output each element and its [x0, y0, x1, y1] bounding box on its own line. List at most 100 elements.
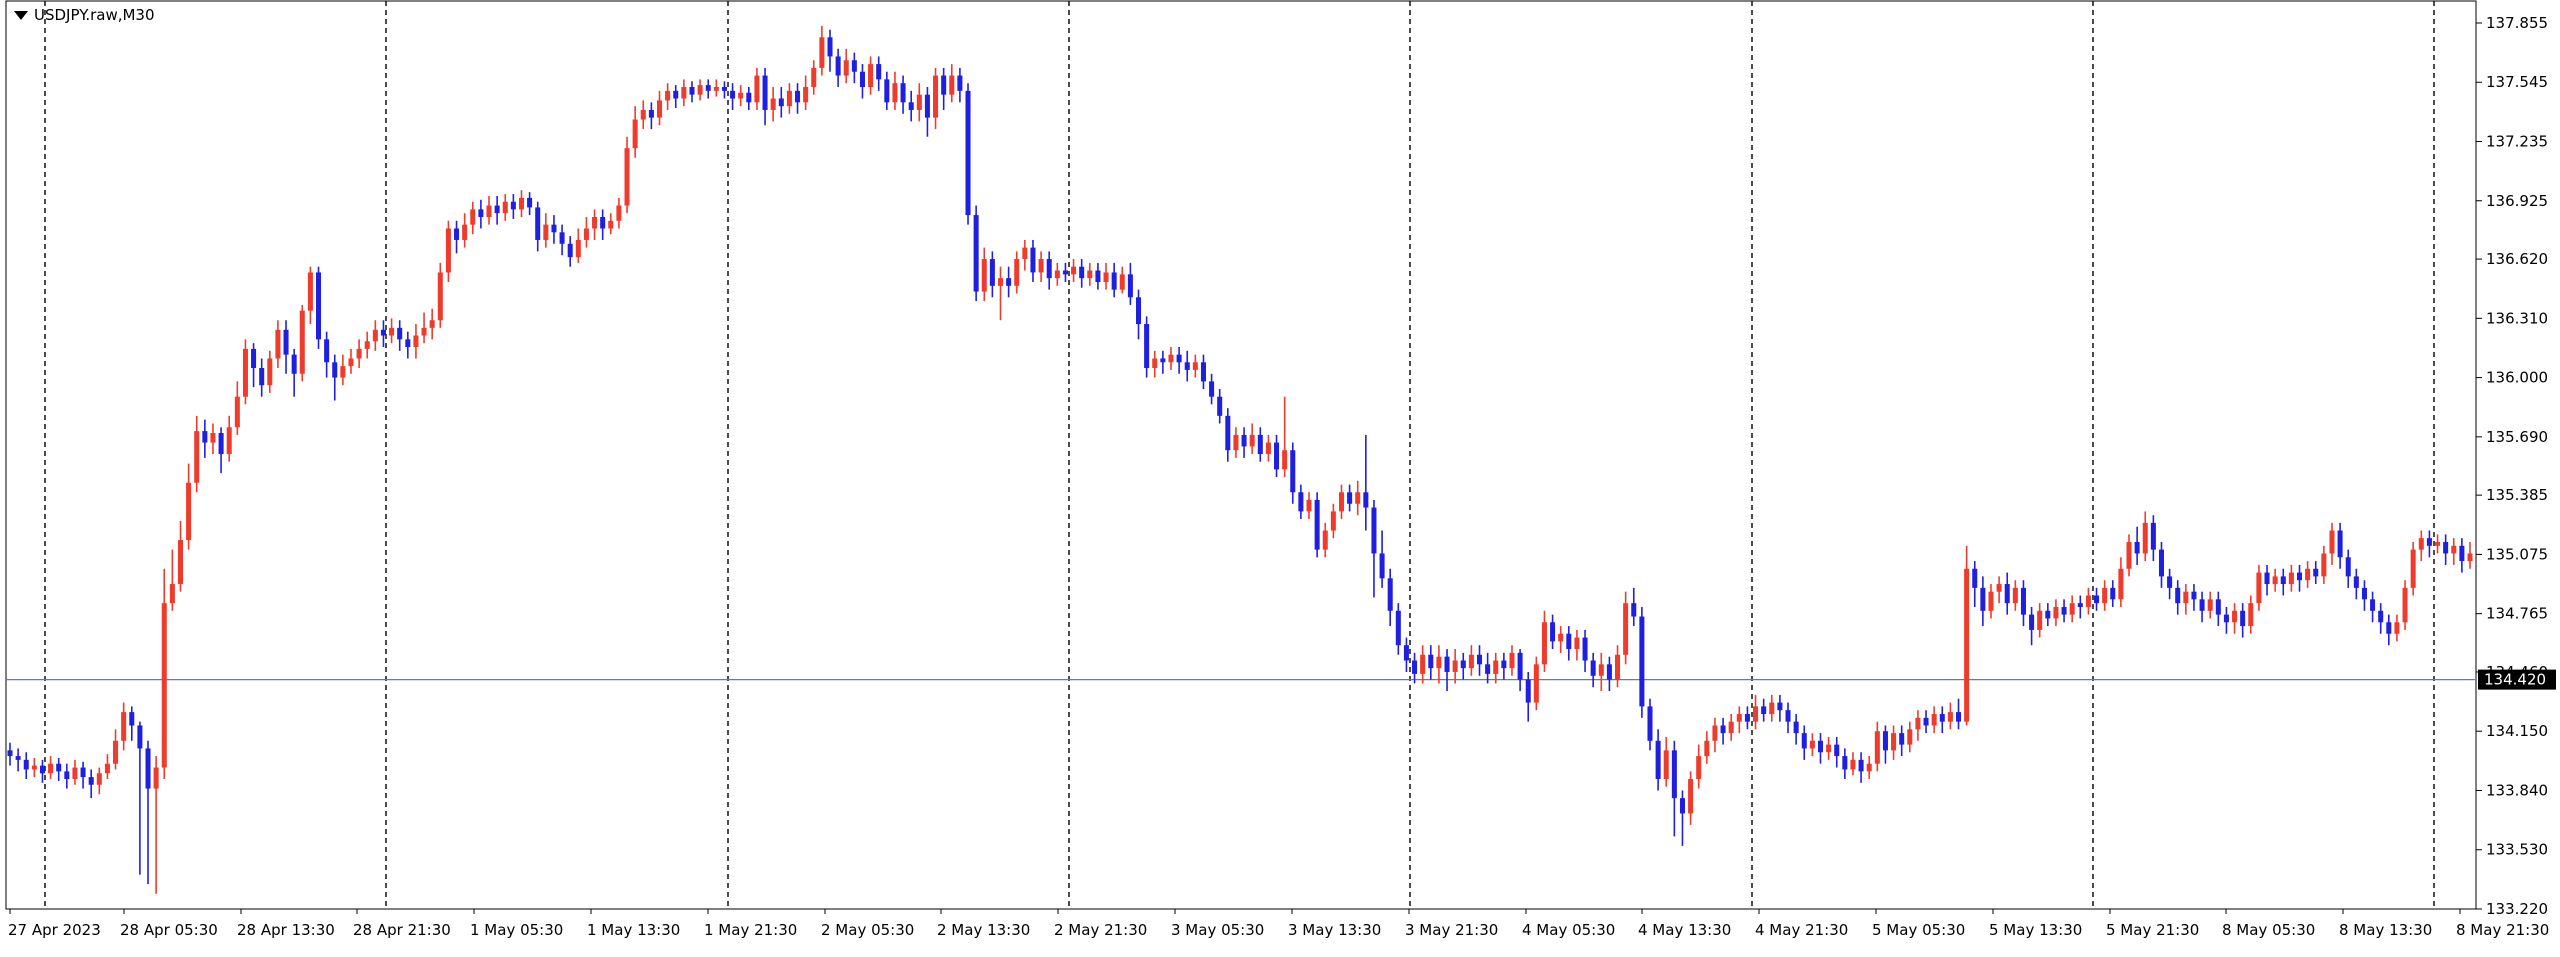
candle-body: [1728, 721, 1734, 734]
candle-body: [1306, 499, 1312, 512]
candle-body: [1712, 725, 1718, 741]
symbol-header[interactable]: USDJPY.raw,M30: [14, 6, 155, 24]
candle-body: [827, 37, 833, 57]
candle-body: [1696, 756, 1702, 780]
candlestick-chart[interactable]: 137.855 137.545 137.235 136.925 136.620 136.3…: [0, 0, 2560, 957]
candle-body: [348, 358, 354, 367]
candle-body: [1980, 587, 1986, 611]
candle-body: [1663, 750, 1669, 780]
candle-body: [2240, 610, 2246, 627]
candle-body: [689, 87, 695, 95]
y-tick-label: 135.385: [2486, 486, 2548, 504]
candle-body: [2004, 584, 2010, 604]
candle-body: [2191, 591, 2197, 600]
candle-body: [2102, 587, 2108, 604]
candle-body: [1054, 270, 1060, 279]
y-tick-label: 136.620: [2486, 250, 2548, 268]
candle-body: [1460, 660, 1466, 669]
candle: [437, 262, 443, 328]
candle-body: [2361, 587, 2367, 600]
candle: [299, 304, 305, 382]
candle-body: [1314, 499, 1320, 550]
candle-body: [1412, 660, 1418, 674]
candle-body: [48, 763, 54, 774]
candle-body: [218, 433, 224, 455]
dropdown-triangle-icon[interactable]: [14, 10, 28, 20]
candle-body: [2175, 587, 2181, 604]
candle-body: [2069, 603, 2075, 615]
candle-body: [1996, 584, 2002, 592]
candle-body: [1209, 381, 1215, 397]
candle-body: [518, 197, 525, 210]
candle-body: [1428, 654, 1434, 669]
x-tick-label: 28 Apr 05:30: [120, 921, 218, 939]
candle-body: [1558, 633, 1564, 642]
candle-body: [88, 777, 94, 785]
y-tick-label: 137.235: [2486, 133, 2548, 151]
candle-body: [1720, 725, 1726, 734]
candle-body: [1801, 733, 1807, 749]
x-tick-label: 3 May 05:30: [1171, 921, 1264, 939]
candle: [2410, 541, 2416, 596]
candle-body: [559, 232, 565, 244]
candle-body: [1606, 664, 1612, 680]
candle-body: [697, 85, 703, 95]
candle-body: [202, 431, 208, 443]
x-tick-label: 1 May 13:30: [587, 921, 680, 939]
candle-body: [1882, 731, 1888, 751]
candle-body: [1874, 731, 1880, 764]
candle-body: [2337, 530, 2343, 558]
candle-body: [2435, 541, 2441, 546]
y-tick-label: 134.150: [2486, 722, 2548, 740]
candle-body: [851, 60, 857, 72]
candle-body: [324, 339, 330, 363]
candle-body: [1550, 622, 1556, 642]
candle-body: [340, 366, 346, 378]
candle-body: [169, 584, 175, 604]
candle-body: [332, 362, 338, 378]
candle-body: [1071, 266, 1077, 275]
candle-body: [859, 71, 865, 88]
price-axis: 137.855 137.545 137.235 136.925 136.620 136.3…: [2476, 14, 2556, 918]
candle-body: [2118, 568, 2124, 600]
candle-body: [2353, 576, 2359, 588]
candle-body: [640, 109, 646, 120]
candle-body: [1079, 266, 1085, 279]
candle-body: [1152, 358, 1158, 369]
candle-body: [1907, 729, 1913, 745]
candle-body: [535, 207, 541, 240]
candle-body: [583, 228, 589, 240]
candle-body: [908, 102, 914, 110]
candle-body: [786, 90, 792, 107]
candle-body: [1647, 706, 1653, 741]
candle-body: [267, 358, 273, 386]
candle-body: [656, 100, 663, 118]
candle-body: [803, 87, 809, 103]
candle-body: [1322, 530, 1328, 550]
candle-body: [2037, 610, 2043, 630]
candle-body: [96, 773, 102, 785]
candle-body: [1501, 660, 1507, 669]
candle-body: [2045, 610, 2051, 619]
candle: [1533, 656, 1539, 711]
candle-body: [1046, 259, 1052, 279]
candle-body: [1468, 654, 1474, 669]
candle: [1964, 545, 1970, 726]
candle-body: [1030, 247, 1036, 273]
candle-body: [1955, 712, 1962, 722]
candle-body: [2110, 587, 2116, 600]
candle-body: [494, 205, 500, 214]
candle-body: [1168, 354, 1174, 363]
chart-canvas[interactable]: 137.855 137.545 137.235 136.925 136.620 136.3…: [0, 0, 2560, 957]
candle-body: [1744, 714, 1750, 722]
candle-body: [486, 205, 492, 218]
candle-body: [2085, 595, 2091, 607]
candle-body: [1891, 733, 1897, 751]
candle-body: [957, 75, 963, 91]
candle-body: [1338, 492, 1345, 512]
candle-body: [23, 759, 29, 770]
candle-body: [1923, 717, 1929, 726]
candle-body: [2305, 568, 2311, 581]
candle-body: [1964, 568, 1970, 722]
candle-body: [39, 765, 45, 774]
